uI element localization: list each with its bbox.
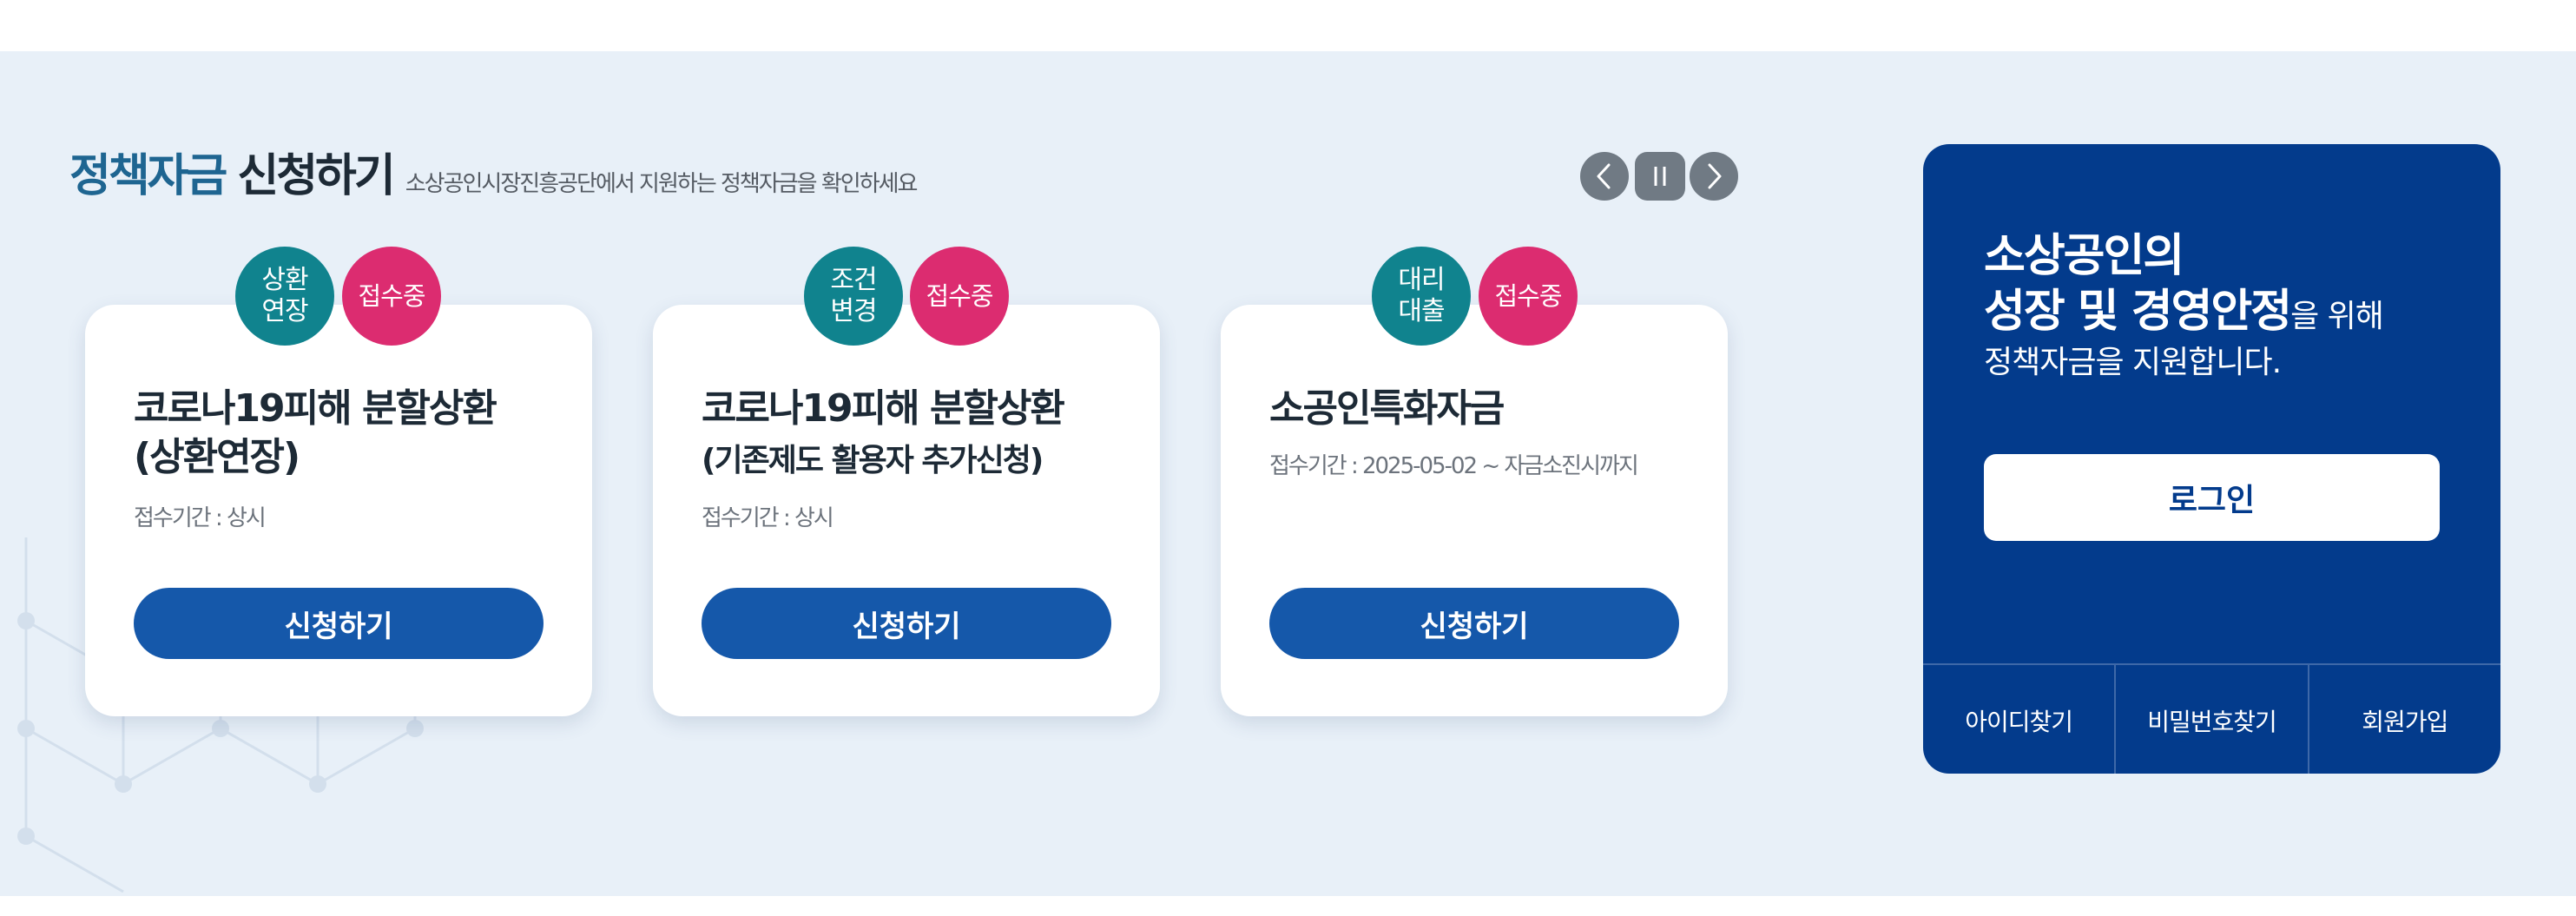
- type-badge: 대리 대출: [1372, 247, 1471, 346]
- status-badge: 접수중: [910, 247, 1009, 346]
- slider-next-button[interactable]: [1690, 152, 1738, 201]
- card-period: 접수기간 : 상시: [702, 505, 834, 531]
- find-password-link[interactable]: 비밀번호찾기: [2114, 665, 2307, 774]
- apply-button[interactable]: 신청하기: [702, 588, 1111, 659]
- card-title: 코로나19피해 분할상환: [702, 386, 1065, 431]
- find-id-link[interactable]: 아이디찾기: [1923, 665, 2114, 774]
- section-title: 신청하기: [237, 150, 395, 202]
- card-subtitle: (기존제도 활용자 추가신청): [702, 443, 1044, 478]
- section-title-highlight: 정책자금: [69, 150, 227, 202]
- apply-button[interactable]: 신청하기: [134, 588, 544, 659]
- card-title-line2: (상환연장): [134, 435, 300, 479]
- section-subtitle: 소상공인시장진흥공단에서 지원하는 정책자금을 확인하세요: [405, 171, 919, 197]
- panel-heading-weak: 을 위해: [2290, 299, 2384, 334]
- page-bottom-edge: [0, 896, 2576, 916]
- section-header: 정책자금 신청하기 소상공인시장진흥공단에서 지원하는 정책자금을 확인하세요: [69, 139, 919, 204]
- chevron-left-icon: [1597, 163, 1611, 189]
- status-badge: 접수중: [1479, 247, 1578, 346]
- slider-prev-button[interactable]: [1580, 152, 1629, 201]
- type-badge-line2: 변경: [830, 296, 877, 326]
- chevron-right-icon: [1708, 163, 1722, 189]
- type-badge-line2: 연장: [261, 296, 308, 326]
- fund-card-2: 코로나19피해 분할상환 (기존제도 활용자 추가신청) 접수기간 : 상시 신…: [653, 305, 1160, 716]
- type-badge-line1: 대리: [1398, 265, 1445, 295]
- card-title: 소공인특화자금: [1269, 386, 1505, 431]
- apply-button[interactable]: 신청하기: [1269, 588, 1679, 659]
- login-button[interactable]: 로그인: [1984, 454, 2440, 541]
- fund-card-1: 코로나19피해 분할상환 (상환연장) 접수기간 : 상시 신청하기: [85, 305, 592, 716]
- card-title: 코로나19피해 분할상환: [134, 386, 497, 431]
- account-links: 아이디찾기 비밀번호찾기 회원가입: [1923, 663, 2500, 774]
- type-badge: 조건 변경: [804, 247, 903, 346]
- sign-up-link[interactable]: 회원가입: [2307, 665, 2500, 774]
- card-period: 접수기간 : 상시: [134, 505, 267, 531]
- type-badge-line1: 조건: [830, 265, 877, 295]
- type-badge: 상환 연장: [235, 247, 334, 346]
- panel-heading-line2: 성장 및 경영안정을 위해: [1984, 274, 2384, 339]
- pause-icon: [1654, 167, 1666, 186]
- panel-heading-line3: 정책자금을 지원합니다.: [1984, 345, 2282, 380]
- card-period: 접수기간 : 2025-05-02 ~ 자금소진시까지: [1269, 453, 1639, 479]
- panel-heading-strong: 성장 및 경영안정: [1984, 286, 2292, 338]
- status-badge: 접수중: [342, 247, 441, 346]
- login-panel: 소상공인의 성장 및 경영안정을 위해 정책자금을 지원합니다. 로그인 아이디…: [1923, 144, 2500, 774]
- slider-pause-button[interactable]: [1635, 152, 1685, 201]
- type-badge-line2: 대출: [1398, 296, 1445, 326]
- type-badge-line1: 상환: [261, 265, 308, 295]
- fund-card-3: 소공인특화자금 접수기간 : 2025-05-02 ~ 자금소진시까지 신청하기: [1221, 305, 1728, 716]
